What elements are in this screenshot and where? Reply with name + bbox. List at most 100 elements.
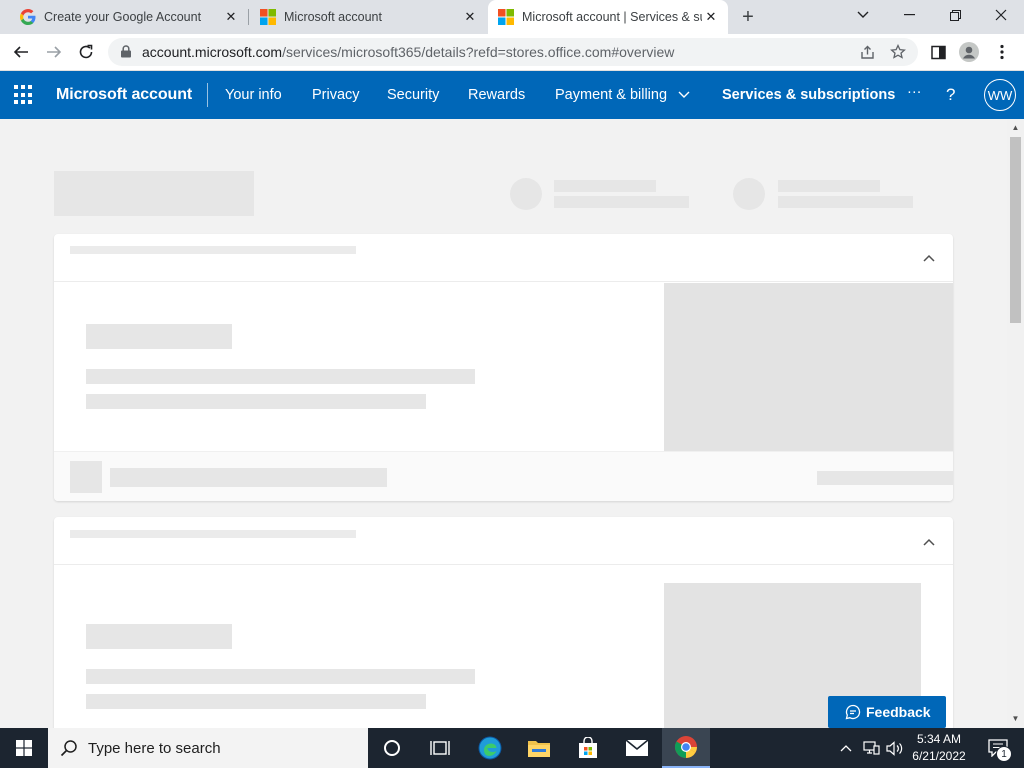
card-header[interactable] xyxy=(54,234,953,282)
lock-icon xyxy=(121,45,131,58)
skeleton-avatar xyxy=(510,178,542,210)
skeleton-avatar xyxy=(733,178,765,210)
url-path: /services/microsoft365/details?refd=stor… xyxy=(282,44,675,60)
tab-title: Create your Google Account xyxy=(44,10,202,24)
nav-services-subscriptions[interactable]: Services & subscriptions xyxy=(722,87,895,103)
chevron-up-icon[interactable] xyxy=(921,250,937,266)
chrome-browser-icon[interactable] xyxy=(662,728,710,768)
search-placeholder: Type here to search xyxy=(88,739,221,757)
tab-google-account[interactable]: Create your Google Account ✕ xyxy=(0,0,248,34)
browser-tab-strip: Create your Google Account ✕ Microsoft a… xyxy=(0,0,1024,34)
taskbar-search-input[interactable]: Type here to search xyxy=(48,728,368,768)
clock-time: 5:34 AM xyxy=(916,732,962,746)
profile-icon[interactable] xyxy=(957,40,981,64)
side-panel-icon[interactable] xyxy=(926,40,950,64)
skeleton-line xyxy=(778,196,913,208)
skeleton-heading xyxy=(86,324,232,349)
more-ellipsis-icon[interactable]: ··· xyxy=(907,84,922,100)
forward-arrow-icon[interactable] xyxy=(41,39,67,65)
kebab-menu-icon[interactable] xyxy=(990,40,1014,64)
header-divider xyxy=(207,83,208,107)
feedback-label: Feedback xyxy=(866,704,931,720)
restore-icon[interactable] xyxy=(932,0,978,30)
skeleton-image xyxy=(664,283,953,451)
action-center-notification-icon[interactable]: 1 xyxy=(978,728,1018,768)
tab-microsoft-services[interactable]: Microsoft account | Services & su ✕ xyxy=(488,0,728,34)
skeleton-line xyxy=(70,246,356,254)
skeleton-heading xyxy=(86,624,232,649)
skeleton-line xyxy=(86,669,475,684)
skeleton-line xyxy=(70,530,356,538)
tab-microsoft-account[interactable]: Microsoft account ✕ xyxy=(250,0,487,34)
skeleton-icon xyxy=(70,461,102,493)
search-icon xyxy=(60,740,77,757)
reload-icon[interactable] xyxy=(73,39,99,65)
microsoft-logo-icon xyxy=(260,9,276,25)
scrollbar-thumb[interactable] xyxy=(1010,137,1021,323)
bookmark-star-icon[interactable] xyxy=(889,43,907,61)
google-g-icon xyxy=(20,9,36,25)
edge-browser-icon[interactable] xyxy=(466,728,514,768)
close-icon[interactable]: ✕ xyxy=(222,8,240,26)
cortana-circle-icon[interactable] xyxy=(368,728,416,768)
app-launcher-waffle-icon[interactable] xyxy=(14,85,34,105)
microsoft-store-icon[interactable] xyxy=(564,728,612,768)
chevron-up-icon[interactable] xyxy=(921,534,937,550)
nav-your-info[interactable]: Your info xyxy=(225,87,282,103)
tab-divider xyxy=(248,9,249,25)
brand-title[interactable]: Microsoft account xyxy=(56,86,192,104)
tab-search-chevron-down-icon[interactable] xyxy=(840,0,886,30)
nav-payment-billing[interactable]: Payment & billing xyxy=(555,87,690,103)
nav-payment-billing-label: Payment & billing xyxy=(555,87,668,103)
close-icon[interactable]: ✕ xyxy=(461,8,479,26)
address-bar[interactable]: account.microsoft.com/services/microsoft… xyxy=(108,38,918,66)
microsoft-logo-icon xyxy=(498,9,514,25)
close-window-icon[interactable] xyxy=(978,0,1024,30)
skeleton-line xyxy=(817,471,953,485)
skeleton-line xyxy=(554,196,689,208)
back-arrow-icon[interactable] xyxy=(8,39,34,65)
scroll-down-arrow-icon[interactable]: ▼ xyxy=(1011,714,1020,723)
skeleton-card xyxy=(54,234,953,501)
skeleton-page-title xyxy=(54,171,254,216)
share-icon[interactable] xyxy=(858,43,876,61)
card-header[interactable] xyxy=(54,517,953,565)
chat-bubble-icon xyxy=(845,704,861,720)
skeleton-line xyxy=(86,694,426,709)
skeleton-line xyxy=(778,180,880,192)
tab-title: Microsoft account | Services & su xyxy=(522,10,702,24)
volume-speaker-icon[interactable] xyxy=(884,728,906,768)
windows-taskbar: Type here to search 5:34 AM 6/21/2022 1 xyxy=(0,728,1024,768)
skeleton-line xyxy=(110,468,387,487)
taskbar-clock[interactable]: 5:34 AM 6/21/2022 xyxy=(904,731,974,765)
nav-security[interactable]: Security xyxy=(387,87,439,103)
task-view-icon[interactable] xyxy=(416,728,464,768)
page-scrollbar[interactable]: ▲ ▼ xyxy=(1007,119,1024,728)
url-host: account.microsoft.com xyxy=(142,44,283,60)
card-footer xyxy=(54,451,953,501)
close-icon[interactable]: ✕ xyxy=(702,8,720,26)
avatar[interactable]: WW xyxy=(984,79,1016,111)
tray-expand-chevron-up-icon[interactable] xyxy=(836,728,856,768)
clock-date: 6/21/2022 xyxy=(912,749,966,763)
minimize-icon[interactable] xyxy=(886,0,932,30)
main-content-loading xyxy=(0,119,1007,728)
scroll-up-arrow-icon[interactable]: ▲ xyxy=(1011,123,1020,132)
microsoft-account-header: Microsoft account Your info Privacy Secu… xyxy=(0,71,1024,119)
network-icon[interactable] xyxy=(860,728,882,768)
skeleton-line xyxy=(554,180,656,192)
skeleton-card xyxy=(54,517,953,728)
mail-icon[interactable] xyxy=(613,728,661,768)
url-text: account.microsoft.com/services/microsoft… xyxy=(142,44,674,60)
new-tab-plus-icon[interactable]: + xyxy=(736,5,760,29)
feedback-button[interactable]: Feedback xyxy=(828,696,946,728)
tab-title: Microsoft account xyxy=(284,10,382,24)
nav-rewards[interactable]: Rewards xyxy=(468,87,525,103)
help-icon[interactable]: ? xyxy=(946,85,955,105)
windows-start-icon[interactable] xyxy=(0,728,48,768)
nav-privacy[interactable]: Privacy xyxy=(312,87,360,103)
notification-count-badge: 1 xyxy=(996,746,1012,762)
file-explorer-icon[interactable] xyxy=(515,728,563,768)
skeleton-line xyxy=(86,394,426,409)
skeleton-line xyxy=(86,369,475,384)
